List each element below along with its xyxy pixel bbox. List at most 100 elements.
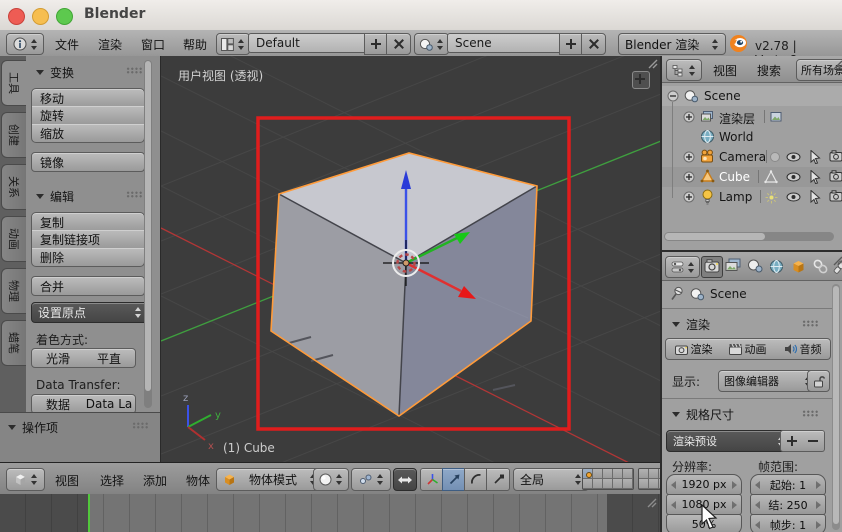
layer-cell[interactable]	[613, 479, 623, 489]
viewport-shading-dropdown[interactable]	[313, 468, 349, 491]
minimize-window-button[interactable]	[32, 8, 49, 25]
duplicate-linked-button[interactable]: 复制链接项	[31, 230, 145, 249]
pivot-point-dropdown[interactable]	[351, 468, 391, 491]
scale-manipulator-toggle[interactable]	[486, 468, 510, 491]
join-button[interactable]: 合并	[31, 276, 145, 296]
increment-arrow[interactable]	[816, 520, 821, 529]
menu-file[interactable]: 文件	[52, 36, 82, 53]
add-scene-button[interactable]	[559, 33, 583, 55]
layer-cell[interactable]	[649, 469, 659, 479]
toolshelf-scrollbar[interactable]	[144, 60, 152, 408]
rotate-button[interactable]: 旋转	[31, 106, 145, 125]
decrement-arrow[interactable]	[755, 500, 760, 509]
duplicate-button[interactable]: 复制	[31, 212, 145, 232]
layer-cell[interactable]	[623, 479, 633, 489]
scrollbar-thumb[interactable]	[145, 61, 151, 391]
renderability-camera-icon[interactable]	[829, 170, 842, 182]
manipulator-axes-toggle[interactable]	[420, 468, 444, 491]
increment-arrow[interactable]	[732, 480, 737, 489]
panel-header-edit[interactable]: 编辑	[36, 188, 74, 205]
add-layout-button[interactable]	[364, 33, 388, 55]
layer-cell[interactable]	[583, 469, 593, 479]
outliner-menu-search[interactable]: 搜索	[754, 62, 784, 79]
panel-header-render[interactable]: 渲染	[672, 316, 710, 333]
menu-window[interactable]: 窗口	[138, 36, 168, 53]
shade-flat-button[interactable]: 平直	[83, 348, 136, 368]
editor-type-3dview-button[interactable]	[6, 468, 45, 491]
renderability-camera-icon[interactable]	[829, 190, 842, 202]
render-engine-dropdown[interactable]: Blender 渲染	[618, 33, 726, 55]
tab-render[interactable]	[701, 256, 723, 278]
panel-header-transform[interactable]: 变换	[36, 64, 74, 81]
mode-dropdown[interactable]: 物体模式	[216, 468, 324, 491]
menu-select[interactable]: 选择	[97, 472, 127, 489]
layer-cell[interactable]	[649, 479, 659, 489]
toolshelf-tab-tools[interactable]: 工具	[1, 60, 27, 106]
outliner-menu-view[interactable]: 视图	[710, 62, 740, 79]
data-transfer-layout-button[interactable]: Data La	[83, 394, 136, 414]
toolshelf-tab-create[interactable]: 创建	[1, 112, 26, 158]
menu-view[interactable]: 视图	[52, 472, 82, 489]
toolshelf-tab-grease-pencil[interactable]: 蜡笔	[1, 320, 26, 366]
render-animation-button[interactable]: 动画	[720, 338, 776, 360]
selectability-cursor-icon[interactable]	[810, 150, 821, 164]
lamp-data-icon[interactable]	[765, 191, 778, 204]
layer-cell[interactable]	[603, 469, 613, 479]
tab-scene[interactable]	[745, 257, 765, 276]
layer-cell[interactable]	[593, 479, 603, 489]
corner-resize-grip[interactable]	[644, 495, 658, 509]
display-mode-dropdown[interactable]: 图像编辑器	[718, 370, 818, 392]
selectability-cursor-icon[interactable]	[810, 190, 821, 204]
scene-selector[interactable]	[414, 33, 449, 55]
increment-arrow[interactable]	[732, 500, 737, 509]
data-transfer-data-button[interactable]: 数据	[31, 394, 85, 414]
remove-preset-button[interactable]	[802, 430, 825, 452]
toolshelf-tab-relations[interactable]: 关系	[1, 164, 26, 210]
decrement-arrow[interactable]	[671, 500, 676, 509]
shade-smooth-button[interactable]: 光滑	[31, 348, 85, 368]
tab-render-layers[interactable]	[723, 257, 743, 276]
outliner-row-scene[interactable]: Scene	[662, 86, 842, 106]
rotate-manipulator-toggle[interactable]	[464, 468, 488, 491]
move-button[interactable]: 移动	[31, 88, 145, 108]
translate-manipulator-toggle[interactable]	[442, 468, 466, 491]
panel-drag-grip[interactable]	[802, 320, 819, 327]
toolshelf-tab-animation[interactable]: 动画	[1, 216, 26, 262]
panel-header-dimensions[interactable]: 规格尺寸	[672, 406, 734, 423]
delete-button[interactable]: 删除	[31, 248, 145, 267]
selectability-cursor-icon[interactable]	[810, 170, 821, 184]
layer-cell[interactable]	[613, 469, 623, 479]
close-window-button[interactable]	[8, 8, 25, 25]
outliner-row-world[interactable]: World	[662, 127, 842, 147]
layer-cell[interactable]	[593, 469, 603, 479]
tab-object[interactable]	[789, 257, 809, 276]
panel-drag-grip[interactable]	[132, 422, 149, 429]
scale-button[interactable]: 缩放	[31, 124, 145, 143]
tab-world[interactable]	[767, 257, 787, 276]
editor-type-properties-button[interactable]	[665, 256, 700, 278]
mesh-data-icon[interactable]	[764, 170, 778, 184]
expand-plus-icon[interactable]	[683, 111, 695, 123]
outliner-row-lamp[interactable]: Lamp	[662, 187, 842, 207]
render-audio-button[interactable]: 音频	[775, 338, 831, 360]
transform-orientation-dropdown[interactable]: 全局	[513, 468, 589, 491]
increment-arrow[interactable]	[816, 480, 821, 489]
layer-cell[interactable]	[583, 479, 593, 489]
editor-type-info-button[interactable]	[6, 33, 44, 55]
increment-arrow[interactable]	[816, 500, 821, 509]
open-properties-region-button[interactable]	[632, 71, 650, 89]
frame-end-field[interactable]: 结: 250	[750, 494, 826, 515]
menu-help[interactable]: 帮助	[180, 36, 210, 53]
resolution-x-field[interactable]: 1920 px	[666, 474, 742, 495]
outliner-h-scrollbar[interactable]	[664, 232, 834, 241]
collapse-minus-icon[interactable]	[667, 90, 679, 102]
scrollbar-thumb[interactable]	[665, 233, 765, 240]
visibility-eye-icon[interactable]	[786, 192, 801, 202]
toolshelf-tab-physics[interactable]: 物理	[1, 268, 26, 314]
delete-scene-button[interactable]	[581, 33, 606, 55]
camera-data-icon[interactable]	[769, 151, 781, 163]
layer-cell[interactable]	[623, 469, 633, 479]
render-still-button[interactable]: 渲染	[665, 338, 722, 360]
timeline[interactable]	[0, 494, 660, 532]
pin-icon[interactable]	[670, 286, 684, 301]
